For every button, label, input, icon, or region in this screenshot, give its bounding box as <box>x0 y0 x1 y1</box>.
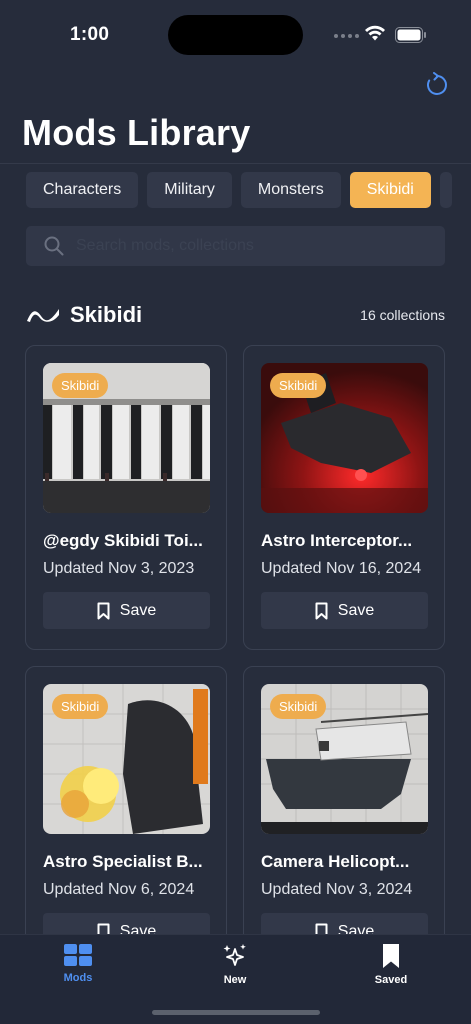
search-input[interactable] <box>76 237 416 255</box>
tab-skibidi[interactable]: Skibidi <box>349 172 431 208</box>
mod-title: @egdy Skibidi Toi... <box>43 531 203 550</box>
home-indicator <box>152 1010 320 1015</box>
refresh-button[interactable] <box>422 70 452 100</box>
save-label: Save <box>337 601 375 619</box>
tabbar-saved[interactable]: Saved <box>351 943 431 986</box>
search-icon <box>44 236 64 256</box>
dynamic-island <box>168 15 303 55</box>
mod-thumbnail: Skibidi <box>261 684 428 834</box>
mod-updated-date: Updated Nov 16, 2024 <box>261 560 422 577</box>
mod-updated-date: Updated Nov 3, 2023 <box>43 560 195 577</box>
wifi-icon <box>365 25 385 41</box>
save-label: Save <box>119 601 157 619</box>
mod-title: Astro Specialist B... <box>43 852 203 871</box>
category-badge: Skibidi <box>270 373 327 398</box>
page-title: Mods Library <box>22 112 251 153</box>
cellular-signal-icon <box>334 34 359 38</box>
refresh-icon <box>427 72 447 95</box>
wave-icon <box>27 309 59 322</box>
mod-thumbnail: Skibidi <box>43 684 210 834</box>
tabbar-label: Mods <box>63 972 93 984</box>
bookmark-icon <box>383 944 399 968</box>
mod-thumbnail: Skibidi <box>43 363 210 513</box>
mods-grid: Skibidi @egdy Skibidi Toi... Updated Nov… <box>25 345 446 971</box>
sparkles-icon <box>223 944 246 966</box>
tab-military[interactable]: Military <box>147 172 232 208</box>
status-time: 1:00 <box>70 24 110 45</box>
title-divider <box>0 163 471 164</box>
tab-overflow[interactable] <box>439 172 452 208</box>
mod-title: Astro Interceptor... <box>261 531 413 550</box>
search-bar[interactable] <box>26 226 445 266</box>
mod-updated-date: Updated Nov 6, 2024 <box>43 881 195 898</box>
section-header: Skibidi 16 collections <box>26 298 445 332</box>
grid-icon <box>64 944 92 966</box>
bookmark-icon <box>97 602 110 619</box>
tab-characters[interactable]: Characters <box>26 172 139 208</box>
mod-title: Camera Helicopt... <box>261 852 410 871</box>
mod-thumbnail: Skibidi <box>261 363 428 513</box>
bookmark-icon <box>315 602 328 619</box>
section-title: Skibidi <box>70 302 143 327</box>
tabbar-mods[interactable]: Mods <box>38 943 118 984</box>
tab-monsters[interactable]: Monsters <box>240 172 341 208</box>
save-button[interactable]: Save <box>43 592 210 629</box>
status-bar: 1:00 <box>0 0 471 70</box>
category-tabs: Characters Military Monsters Skibidi <box>26 172 452 208</box>
tabbar-label: New <box>223 974 247 986</box>
category-badge: Skibidi <box>52 373 109 398</box>
mod-card[interactable]: Skibidi Astro Interceptor... Updated Nov… <box>243 345 445 650</box>
battery-icon <box>395 27 426 43</box>
mod-card[interactable]: Skibidi Camera Helicopt... Updated Nov 3… <box>243 666 445 971</box>
tabbar-new[interactable]: New <box>195 943 275 986</box>
save-button[interactable]: Save <box>261 592 428 629</box>
collection-count: 16 collections <box>360 307 445 323</box>
mod-card[interactable]: Skibidi Astro Specialist B... Updated No… <box>25 666 227 971</box>
tabbar-label: Saved <box>374 974 408 986</box>
mod-card[interactable]: Skibidi @egdy Skibidi Toi... Updated Nov… <box>25 345 227 650</box>
category-badge: Skibidi <box>270 694 327 719</box>
category-badge: Skibidi <box>52 694 109 719</box>
mod-updated-date: Updated Nov 3, 2024 <box>261 881 413 898</box>
